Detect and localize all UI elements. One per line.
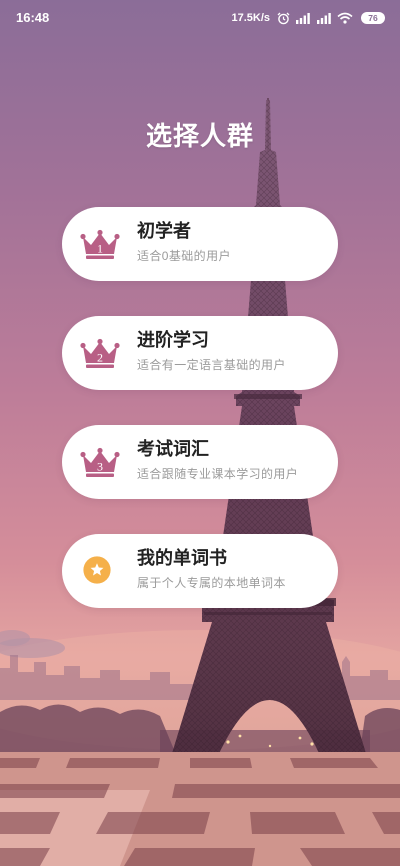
crown-tip — [80, 342, 86, 349]
network-speed: 17.5K/s — [231, 12, 270, 24]
plaza-pavement — [0, 752, 400, 866]
card-title: 我的单词书 — [137, 548, 227, 568]
plaza-tile — [0, 784, 110, 798]
card-advanced[interactable]: 2 进阶学习 适合有一定语言基础的用户 — [62, 316, 338, 390]
crown-tip — [97, 338, 103, 345]
card-title: 进阶学习 — [137, 330, 209, 350]
tower-second-platform — [234, 394, 302, 399]
crown-band — [86, 255, 114, 259]
wifi-icon — [337, 12, 353, 24]
status-indicators: 17.5K/s 76 — [231, 10, 385, 26]
signal-icon — [317, 13, 331, 24]
plaza-tile — [190, 758, 252, 768]
card-subtitle: 属于个人专属的本地单词本 — [137, 576, 286, 590]
light — [298, 736, 302, 740]
crown-badge-number: 2 — [97, 351, 103, 365]
crown-tip — [114, 342, 120, 349]
plaza-tile — [250, 812, 345, 834]
plaza-tile — [290, 758, 378, 768]
crown-icon: 1 — [80, 229, 120, 259]
signal-icon — [296, 13, 310, 24]
plaza-tile — [0, 812, 60, 834]
card-subtitle: 适合跟随专业课本学习的用户 — [137, 467, 299, 481]
light — [268, 744, 272, 748]
crown-band — [86, 473, 114, 477]
card-beginner[interactable]: 1 初学者 适合0基础的用户 — [62, 207, 338, 281]
card-subtitle: 适合0基础的用户 — [137, 249, 231, 263]
star-icon — [83, 556, 111, 584]
crown-tip — [114, 451, 120, 458]
tower-first-platform-rail — [204, 612, 332, 615]
crown-tip — [114, 233, 120, 240]
card-title: 考试词汇 — [137, 439, 209, 459]
light — [226, 740, 230, 744]
crown-tip — [80, 233, 86, 240]
card-my-wordbook[interactable]: 我的单词书 属于个人专属的本地单词本 — [62, 534, 338, 608]
plaza-tile — [124, 848, 255, 866]
crown-tip — [97, 229, 103, 236]
battery-icon: 76 — [361, 12, 385, 24]
plaza-tile — [0, 758, 40, 768]
card-exam-vocabulary[interactable]: 3 考试词汇 适合跟随专业课本学习的用户 — [62, 425, 338, 499]
card-title: 初学者 — [137, 221, 191, 241]
light — [310, 742, 314, 746]
crown-badge-number: 3 — [97, 460, 103, 474]
crown-badge-number: 1 — [97, 242, 103, 256]
plaza-tile — [96, 812, 210, 834]
card-subtitle: 适合有一定语言基础的用户 — [137, 358, 286, 372]
plaza-tile — [66, 758, 160, 768]
alarm-icon — [277, 12, 290, 24]
crown-tip — [80, 451, 86, 458]
page-title: 选择人群 — [145, 121, 254, 151]
crown-tip — [97, 447, 103, 454]
crown-band — [86, 364, 114, 368]
status-bar: 16:48 17.5K/s 76 — [0, 0, 400, 38]
crown-icon: 3 — [80, 447, 120, 477]
status-time: 16:48 — [16, 10, 50, 25]
light — [238, 734, 242, 738]
trees-left — [0, 704, 175, 752]
crown-icon: 2 — [80, 338, 120, 368]
plaza-tile — [172, 784, 400, 798]
plaza-tile — [300, 848, 400, 866]
